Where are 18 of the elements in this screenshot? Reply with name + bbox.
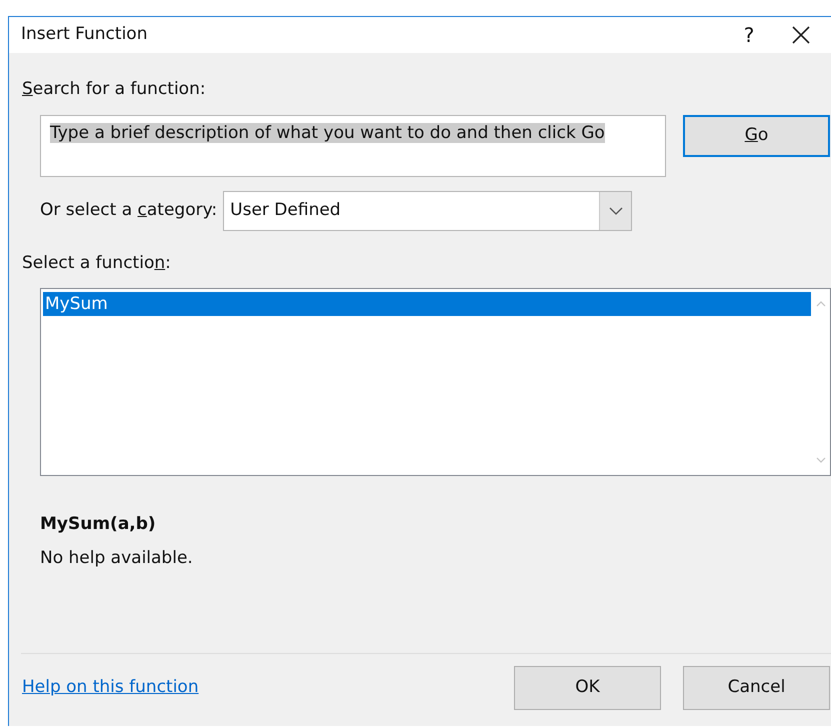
- scroll-down-icon[interactable]: [816, 457, 826, 463]
- category-dropdown[interactable]: User Defined: [223, 190, 632, 230]
- function-list-label: Select a function:: [22, 252, 171, 272]
- dialog-button[interactable]: Cancel: [683, 666, 830, 710]
- help-button[interactable]: ?: [727, 19, 771, 51]
- function-signature: MySum(a,b): [40, 514, 156, 534]
- search-label: Search for a function:: [22, 79, 206, 99]
- help-link[interactable]: Help on this function: [22, 675, 199, 701]
- search-field[interactable]: Type a brief description of what you want to do and then click Go: [40, 114, 666, 176]
- function-description: No help available.: [40, 548, 193, 568]
- chevron-down-icon: [599, 192, 632, 230]
- scroll-up-icon[interactable]: [816, 301, 826, 307]
- category-label: Or select a category:: [40, 198, 218, 222]
- dialog-button[interactable]: OK: [514, 666, 661, 710]
- function-list-item[interactable]: MySum: [43, 292, 811, 316]
- close-icon: [791, 25, 811, 45]
- go-button[interactable]: Go: [683, 114, 830, 156]
- window-title: Insert Function: [21, 23, 148, 46]
